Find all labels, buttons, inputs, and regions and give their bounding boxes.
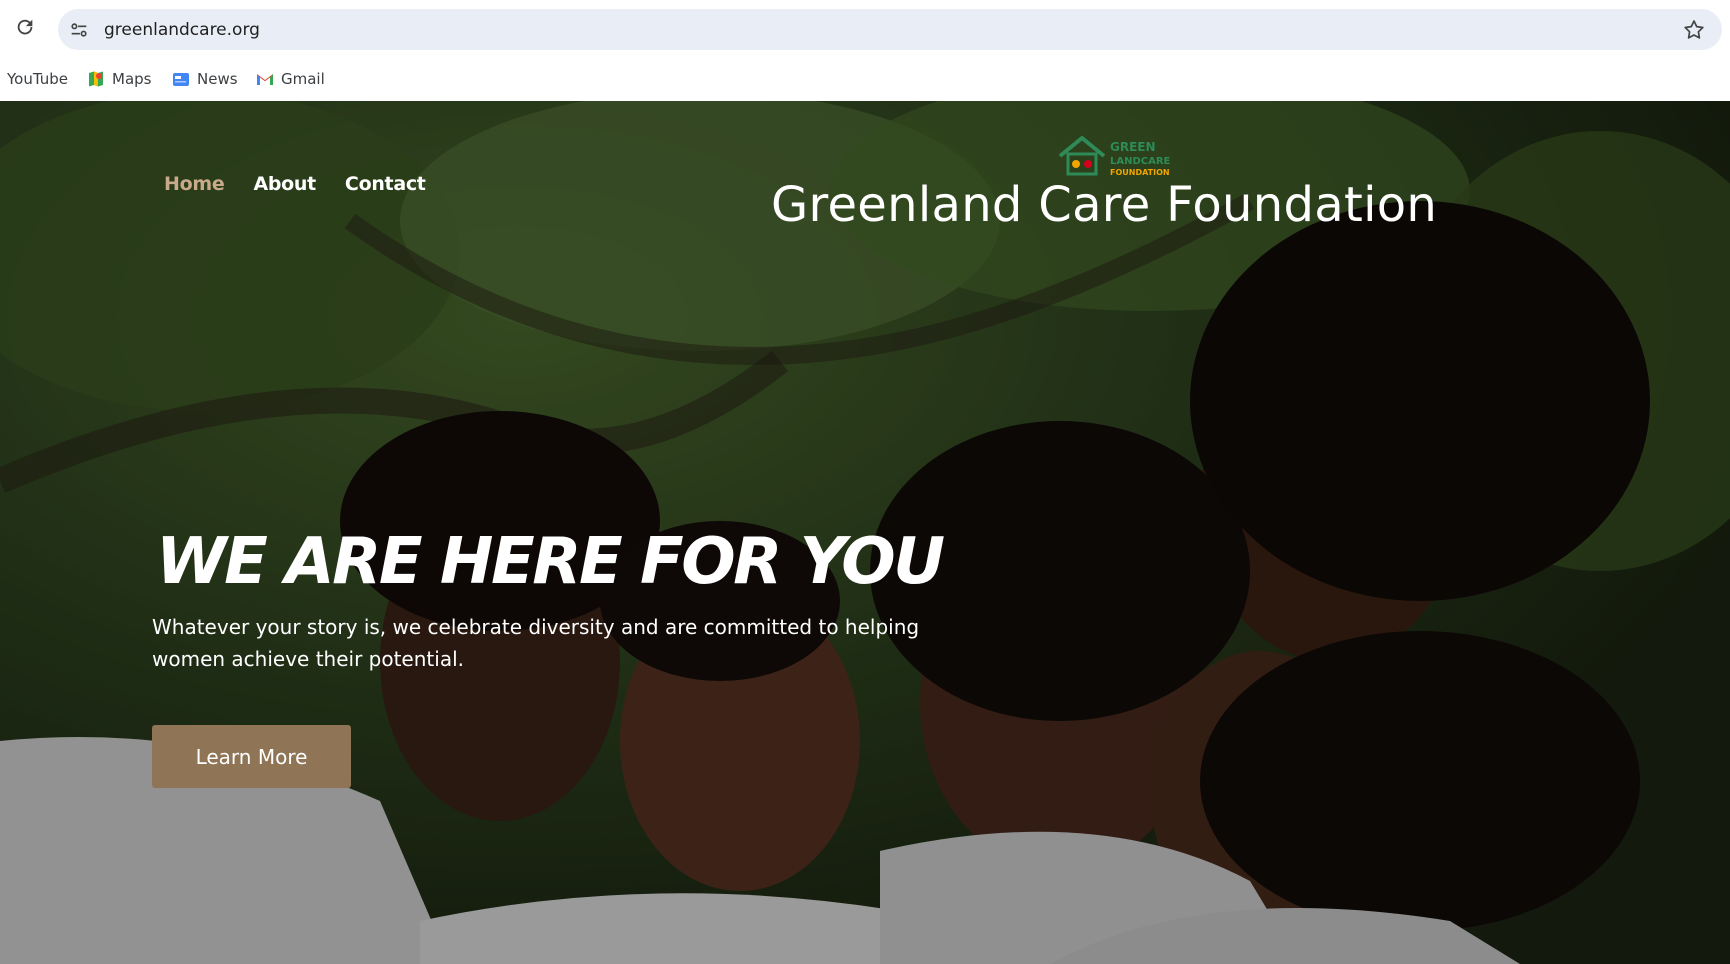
logo-line-2: LANDCARE	[1110, 156, 1171, 167]
nav-contact-link[interactable]: Contact	[345, 173, 426, 195]
bookmark-label: News	[197, 70, 238, 88]
bookmark-label: Maps	[112, 70, 152, 88]
bookmark-maps[interactable]: Maps	[87, 66, 151, 92]
reload-icon[interactable]	[14, 16, 36, 38]
maps-icon	[89, 71, 103, 87]
logo-line-1: GREEN	[1110, 140, 1156, 154]
url-text[interactable]: greenlandcare.org	[104, 20, 260, 40]
brand-name: Greenland Care Foundation	[771, 177, 1438, 233]
bookmark-youtube[interactable]: YouTube	[7, 66, 68, 92]
bookmark-news[interactable]: News	[172, 66, 238, 92]
hero-section: Home About Contact GREEN LANDCARE FOUNDA…	[0, 101, 1730, 964]
star-icon[interactable]	[1682, 18, 1706, 42]
gmail-icon	[257, 74, 273, 85]
bookmark-gmail[interactable]: Gmail	[256, 66, 325, 92]
bookmarks-bar: YouTube Maps News Gmail	[0, 58, 1730, 101]
hero-subtext: Whatever your story is, we celebrate div…	[152, 615, 920, 671]
foundation-logo[interactable]: GREEN LANDCARE FOUNDATION	[1058, 134, 1178, 180]
news-icon	[173, 73, 189, 86]
nav-home-link[interactable]: Home	[164, 173, 225, 195]
bookmark-label: Gmail	[281, 70, 325, 88]
site-info-icon[interactable]	[68, 19, 90, 41]
learn-more-button[interactable]: Learn More	[152, 725, 351, 788]
bookmark-label: YouTube	[7, 70, 68, 88]
browser-toolbar: greenlandcare.org	[0, 0, 1730, 58]
logo-line-3: FOUNDATION	[1110, 168, 1170, 177]
main-nav: Home About Contact	[164, 173, 455, 195]
hero-headline: WE ARE HERE FOR YOU	[156, 525, 945, 599]
address-bar[interactable]: greenlandcare.org	[58, 9, 1722, 50]
nav-about-link[interactable]: About	[253, 173, 316, 195]
